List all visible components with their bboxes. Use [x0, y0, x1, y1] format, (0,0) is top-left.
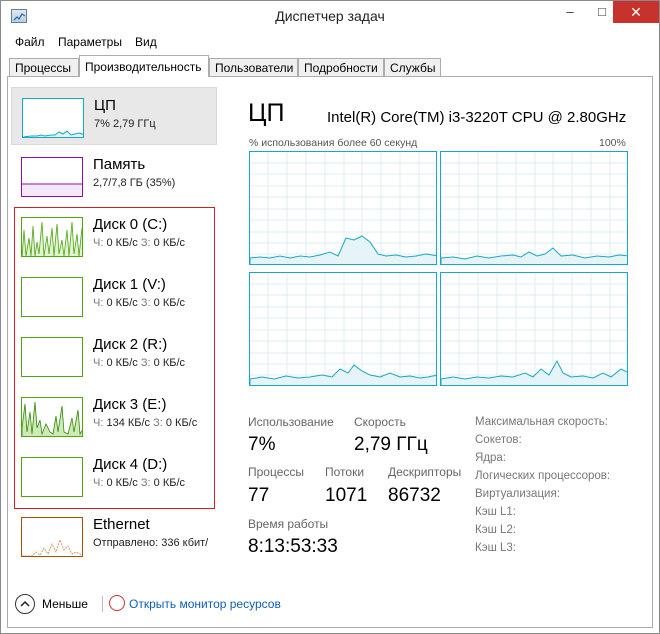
- menu-view[interactable]: Вид: [135, 35, 157, 49]
- usage-value: 7%: [248, 434, 276, 455]
- memory-thumbnail-graph: [21, 157, 83, 197]
- sidebar-memory-name: Память: [93, 156, 146, 173]
- sidebar-ethernet-sub: Отправлено: 336 кбит/: [93, 537, 209, 549]
- cpu-core-graph-2: [440, 151, 628, 265]
- open-resource-monitor-link[interactable]: Открыть монитор ресурсов: [129, 597, 281, 611]
- uptime-value: 8:13:53:33: [248, 536, 338, 557]
- cpu-thumbnail-graph: [22, 98, 84, 138]
- tab-details[interactable]: Подробности: [298, 58, 384, 77]
- minimize-button[interactable]: –: [555, 1, 585, 23]
- usage-label: Использование: [248, 415, 334, 429]
- l1-cache-label: Кэш L1:: [475, 506, 516, 518]
- tab-performance[interactable]: Производительность: [79, 55, 209, 77]
- chevron-up-icon: [20, 600, 30, 607]
- sidebar-item-memory[interactable]: Память 2,7/7,8 ГБ (35%): [11, 147, 217, 205]
- disk-selection-highlight: [14, 207, 215, 509]
- threads-label: Потоки: [325, 465, 365, 479]
- cpu-core-graph-4: [440, 272, 628, 386]
- sidebar-ethernet-name: Ethernet: [93, 516, 150, 533]
- speed-label: Скорость: [354, 415, 406, 429]
- handles-label: Дескрипторы: [388, 465, 462, 479]
- tab-processes[interactable]: Процессы: [9, 58, 79, 77]
- fewer-details-label[interactable]: Меньше: [42, 597, 88, 611]
- sidebar-memory-sub: 2,7/7,8 ГБ (35%): [93, 177, 176, 189]
- usage-graph-max: 100%: [599, 137, 626, 149]
- cpu-model-name: Intel(R) Core(TM) i3-3220T CPU @ 2.80GHz: [327, 109, 627, 126]
- sidebar-item-cpu[interactable]: ЦП 7% 2,79 ГГц: [11, 87, 217, 145]
- logical-processors-label: Логических процессоров:: [475, 470, 611, 482]
- ethernet-thumbnail-graph: [21, 517, 83, 557]
- processes-value: 77: [248, 485, 270, 506]
- sockets-label: Сокетов:: [475, 434, 522, 446]
- footer-bar: Меньше Открыть монитор ресурсов: [15, 593, 415, 615]
- tab-services[interactable]: Службы: [384, 58, 441, 77]
- resource-monitor-icon[interactable]: [109, 595, 125, 611]
- title-bar[interactable]: Диспетчер задач – □ ✕: [1, 1, 659, 31]
- max-speed-label: Максимальная скорость:: [475, 416, 608, 428]
- task-manager-window: Диспетчер задач – □ ✕ Файл Параметры Вид…: [0, 0, 660, 634]
- virtualization-label: Виртуализация:: [475, 488, 560, 500]
- usage-graph-caption: % использования более 60 секунд: [249, 137, 418, 149]
- threads-value: 1071: [325, 485, 368, 506]
- menu-options[interactable]: Параметры: [58, 35, 122, 49]
- handles-value: 86732: [388, 485, 441, 506]
- speed-value: 2,79 ГГц: [354, 434, 428, 455]
- detail-title: ЦП: [248, 99, 285, 127]
- sidebar-cpu-sub: 7% 2,79 ГГц: [94, 118, 156, 130]
- menu-bar: Файл Параметры Вид: [1, 33, 659, 53]
- cpu-core-graph-3: [249, 272, 437, 386]
- close-button[interactable]: ✕: [613, 1, 659, 23]
- fewer-details-button[interactable]: [15, 594, 35, 614]
- footer-separator: [102, 596, 103, 612]
- l3-cache-label: Кэш L3:: [475, 542, 516, 554]
- cpu-detail-view: ЦП Intel(R) Core(TM) i3-3220T CPU @ 2.80…: [241, 89, 641, 559]
- menu-file[interactable]: Файл: [15, 35, 45, 49]
- tab-strip: Процессы Производительность Пользователи…: [1, 55, 659, 77]
- processes-label: Процессы: [248, 465, 305, 479]
- sidebar-cpu-name: ЦП: [94, 97, 116, 114]
- l2-cache-label: Кэш L2:: [475, 524, 516, 536]
- tab-users[interactable]: Пользователи: [209, 58, 298, 77]
- sidebar-item-ethernet[interactable]: Ethernet Отправлено: 336 кбит/: [11, 507, 217, 565]
- uptime-label: Время работы: [248, 517, 329, 531]
- cpu-core-graph-1: [249, 151, 437, 265]
- cores-label: Ядра:: [475, 452, 507, 464]
